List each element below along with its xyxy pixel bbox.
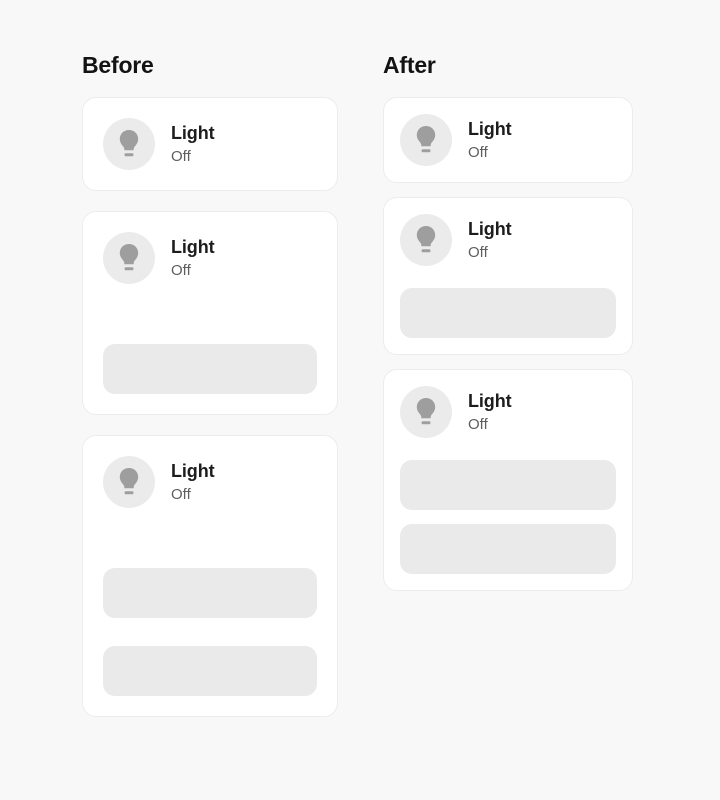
device-card[interactable]: Light Off — [82, 435, 338, 717]
device-control-placeholder[interactable] — [400, 524, 616, 574]
device-text-block: Light Off — [468, 390, 512, 435]
device-card-header: Light Off — [400, 386, 616, 438]
device-card-body — [400, 288, 616, 338]
device-card-body — [103, 568, 317, 696]
device-state: Off — [171, 147, 191, 165]
lightbulb-icon — [416, 126, 436, 153]
device-card-header: Light Off — [400, 114, 616, 166]
device-control-placeholder[interactable] — [400, 460, 616, 510]
lightbulb-icon — [416, 226, 436, 253]
device-icon-badge — [400, 214, 452, 266]
device-name: Light — [171, 236, 215, 257]
lightbulb-icon — [416, 398, 436, 425]
device-icon-badge — [103, 232, 155, 284]
device-state: Off — [468, 143, 488, 161]
device-card[interactable]: Light Off — [383, 369, 633, 591]
device-name: Light — [171, 460, 215, 481]
device-text-block: Light Off — [468, 118, 512, 163]
device-text-block: Light Off — [171, 122, 215, 167]
device-state: Off — [171, 261, 191, 279]
device-icon-badge — [400, 114, 452, 166]
device-control-placeholder[interactable] — [103, 344, 317, 394]
device-control-placeholder[interactable] — [103, 646, 317, 696]
column-title-after: After — [383, 52, 436, 78]
device-text-block: Light Off — [171, 236, 215, 281]
card-stack-before: Light Off Light Off Light Off — [82, 97, 338, 717]
device-state: Off — [468, 415, 488, 433]
device-card-header: Light Off — [400, 214, 616, 266]
device-control-placeholder[interactable] — [103, 568, 317, 618]
device-name: Light — [468, 390, 512, 411]
lightbulb-icon — [119, 244, 139, 271]
device-icon-badge — [103, 456, 155, 508]
device-name: Light — [468, 218, 512, 239]
device-card-header: Light Off — [103, 232, 317, 284]
device-card[interactable]: Light Off — [383, 97, 633, 183]
device-card[interactable]: Light Off — [82, 211, 338, 415]
lightbulb-icon — [119, 468, 139, 495]
device-card-header: Light Off — [103, 118, 317, 170]
lightbulb-icon — [119, 130, 139, 157]
device-text-block: Light Off — [171, 460, 215, 505]
device-control-placeholder[interactable] — [400, 288, 616, 338]
device-card-body — [400, 460, 616, 574]
device-name: Light — [468, 118, 512, 139]
device-card-header: Light Off — [103, 456, 317, 508]
device-card-body — [103, 344, 317, 394]
device-state: Off — [468, 243, 488, 261]
device-state: Off — [171, 485, 191, 503]
device-text-block: Light Off — [468, 218, 512, 263]
device-card[interactable]: Light Off — [82, 97, 338, 191]
card-stack-after: Light Off Light Off Light Off — [383, 97, 633, 591]
device-card[interactable]: Light Off — [383, 197, 633, 355]
device-name: Light — [171, 122, 215, 143]
comparison-page: Before Light Off Light Off Light Off Aft… — [0, 0, 720, 800]
device-icon-badge — [103, 118, 155, 170]
device-icon-badge — [400, 386, 452, 438]
column-title-before: Before — [82, 52, 154, 78]
